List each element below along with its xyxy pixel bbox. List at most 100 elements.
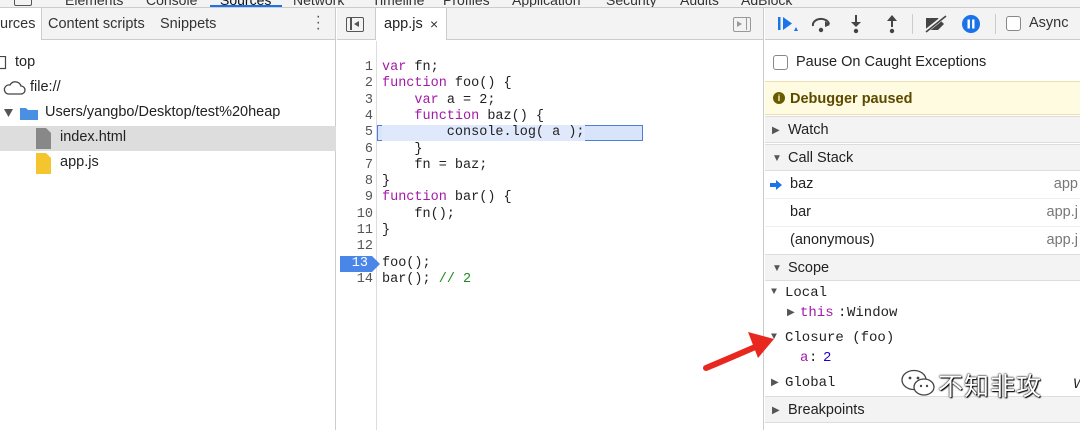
scope-section-header[interactable]: ▼ Scope xyxy=(765,254,1080,281)
code-line[interactable]: 10 fn(); xyxy=(337,207,763,223)
tab-content-scripts[interactable]: Content scripts xyxy=(48,16,145,32)
dock-side-icon[interactable] xyxy=(14,0,32,6)
scope-property-a[interactable]: a : 2 xyxy=(765,347,1080,369)
call-frame-anonymous[interactable]: (anonymous) app.j xyxy=(765,227,1080,255)
line-number[interactable]: 12 xyxy=(337,239,373,255)
tab-profiles[interactable]: Profiles xyxy=(443,0,490,7)
tab-elements[interactable]: Elements xyxy=(65,0,123,7)
line-number[interactable]: 7 xyxy=(337,158,373,174)
current-frame-arrow-icon xyxy=(770,180,782,190)
scope-property-this[interactable]: ▶ this : Window xyxy=(765,302,1080,324)
tree-item-file[interactable]: file:// xyxy=(0,76,336,101)
line-number[interactable]: 8 xyxy=(337,174,373,190)
line-number[interactable]: 14 xyxy=(337,272,373,288)
line-number[interactable]: 6 xyxy=(337,142,373,158)
line-number[interactable]: 5 xyxy=(337,125,373,141)
cloud-icon xyxy=(3,81,26,95)
tab-timeline[interactable]: Timeline xyxy=(372,0,424,7)
collapsed-triangle-icon: ▶ xyxy=(772,125,780,136)
more-options-icon[interactable]: · · · xyxy=(316,9,321,37)
expand-triangle-icon[interactable] xyxy=(4,109,14,118)
code-line[interactable]: 7 fn = baz; xyxy=(337,158,763,174)
breakpoint-marker[interactable]: 13 xyxy=(340,255,380,272)
async-checkbox[interactable] xyxy=(1006,16,1021,31)
code-line[interactable]: 12 xyxy=(337,239,763,255)
code-line[interactable]: 9 function bar() { xyxy=(337,190,763,206)
call-stack-section-header[interactable]: ▼ Call Stack xyxy=(765,144,1080,171)
watch-section-header[interactable]: ▶ Watch xyxy=(765,116,1080,143)
code-text: } xyxy=(382,141,423,157)
tab-network[interactable]: Network xyxy=(293,0,344,7)
code-text: fn(); xyxy=(382,206,455,222)
code-line[interactable]: 3 var a = 2; xyxy=(337,93,763,109)
frame-location[interactable]: app.j xyxy=(1047,204,1078,220)
code-line[interactable]: 4 function baz() { xyxy=(337,109,763,125)
scope-label: Local xyxy=(785,285,828,301)
tab-audits[interactable]: Audits xyxy=(680,0,719,7)
code-line[interactable]: 14 bar(); // 2 xyxy=(337,272,763,288)
scope-label: Global xyxy=(785,375,836,391)
frame-icon xyxy=(0,56,7,70)
toggle-navigator-icon[interactable] xyxy=(346,17,364,32)
scope-local[interactable]: ▼ Local xyxy=(765,282,1080,304)
tab-adblock[interactable]: AdBlock xyxy=(741,0,792,7)
line-number[interactable]: 11 xyxy=(337,223,373,239)
watermark-text: 不知非攻 xyxy=(938,372,1043,401)
step-out-icon[interactable] xyxy=(885,14,899,34)
tree-item-folder[interactable]: Users/yangbo/Desktop/test%20heap xyxy=(0,101,336,126)
line-number[interactable]: 1 xyxy=(337,60,373,76)
pause-on-exceptions-icon[interactable] xyxy=(961,14,983,34)
code-line[interactable]: 8} xyxy=(337,174,763,190)
code-line[interactable]: 5 console.log( a ); xyxy=(337,125,763,142)
line-number[interactable]: 10 xyxy=(337,207,373,223)
code-line[interactable]: 1 var fn; xyxy=(337,60,763,76)
resume-icon[interactable] xyxy=(777,14,801,34)
file-tab-app-js[interactable]: app.js × xyxy=(375,8,447,40)
code-text: } xyxy=(382,223,391,238)
tree-item-top[interactable]: top xyxy=(0,51,336,76)
close-icon[interactable]: × xyxy=(430,16,438,32)
section-title: Scope xyxy=(788,260,830,276)
code-text: bar(); // 2 xyxy=(382,271,472,287)
tab-security[interactable]: Security xyxy=(606,0,657,7)
navigator-panel: urces Content scripts Snippets · · · top f… xyxy=(0,8,336,430)
code-text: } xyxy=(382,174,391,190)
code-line[interactable]: 11} xyxy=(337,223,763,239)
frame-location[interactable]: app xyxy=(1054,176,1078,192)
line-number[interactable]: 4 xyxy=(337,109,373,125)
tab-application[interactable]: Application xyxy=(512,0,581,7)
line-number[interactable]: 3 xyxy=(337,93,373,109)
property-value: Window xyxy=(847,305,898,321)
scope-closure[interactable]: ▼ Closure (foo) xyxy=(765,327,1080,349)
debugger-paused-banner: i Debugger paused xyxy=(765,81,1080,115)
tab-snippets[interactable]: Snippets xyxy=(160,16,216,32)
tab-sources-navigator[interactable]: urces xyxy=(0,8,43,40)
line-number[interactable]: 2 xyxy=(337,76,373,92)
scope-label: Closure (foo) xyxy=(785,330,895,346)
frame-name: bar xyxy=(790,204,811,220)
code-text: fn = baz; xyxy=(382,157,488,173)
step-into-icon[interactable] xyxy=(849,14,863,34)
call-frame-bar[interactable]: bar app.j xyxy=(765,199,1080,227)
colon: : xyxy=(809,350,818,366)
code-line[interactable]: 2 function foo() { xyxy=(337,76,763,92)
toggle-debugger-icon[interactable] xyxy=(733,17,751,32)
tab-console[interactable]: Console xyxy=(146,0,197,7)
code-line[interactable]: 13 foo(); xyxy=(337,255,763,272)
deactivate-breakpoints-icon[interactable] xyxy=(923,14,949,34)
pause-on-caught-checkbox[interactable] xyxy=(773,55,788,70)
code-line[interactable]: 6 } xyxy=(337,142,763,158)
frame-location[interactable]: app.j xyxy=(1047,232,1078,248)
code-text: function baz() { xyxy=(414,108,545,124)
pause-on-caught-row[interactable]: Pause On Caught Exceptions xyxy=(765,49,1080,77)
line-number[interactable]: 9 xyxy=(337,190,373,206)
frame-name: (anonymous) xyxy=(790,232,875,248)
step-over-icon[interactable] xyxy=(811,14,833,34)
tree-item-index-html[interactable]: index.html xyxy=(0,126,336,151)
expanded-triangle-icon: ▼ xyxy=(772,153,782,164)
code-text: var fn; xyxy=(382,60,439,75)
call-frame-baz[interactable]: baz app xyxy=(765,171,1080,199)
tree-item-app-js[interactable]: app.js xyxy=(0,151,336,176)
editor-tabbar: app.js × xyxy=(337,8,763,40)
tree-item-label: app.js xyxy=(60,154,99,170)
